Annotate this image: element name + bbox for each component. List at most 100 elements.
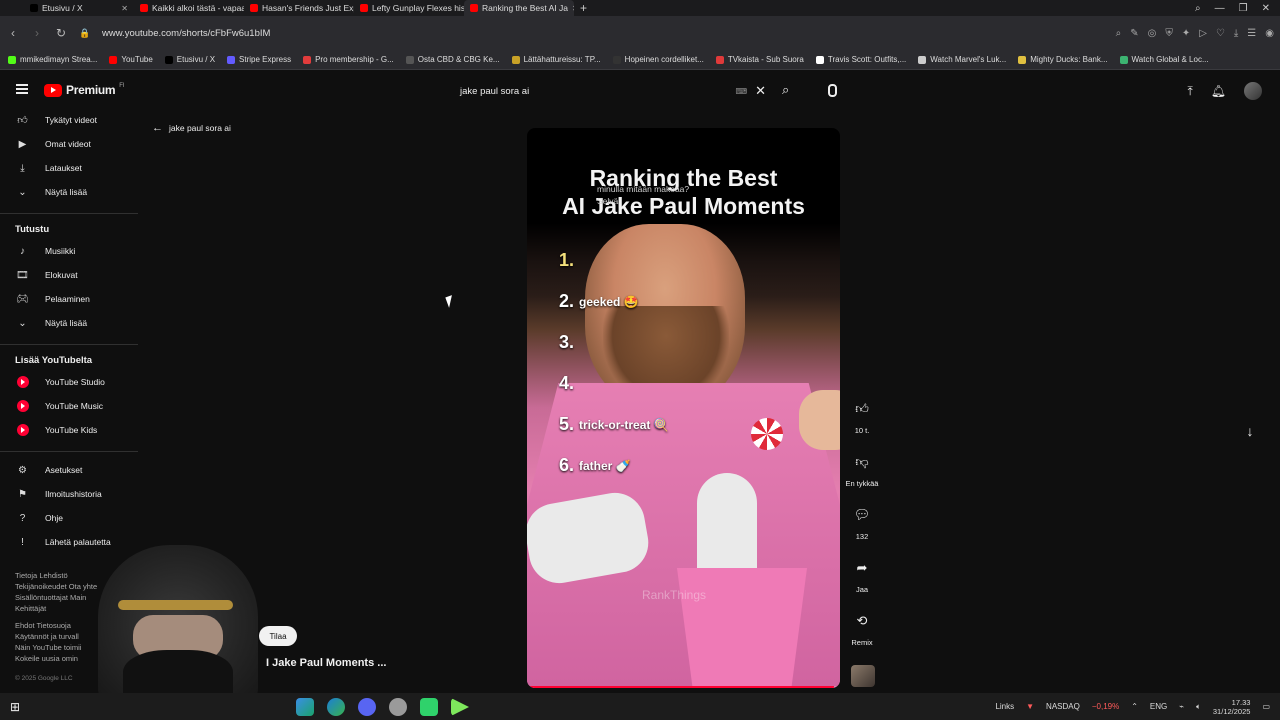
sound-thumbnail[interactable]	[851, 665, 875, 687]
restore-button[interactable]: ❐	[1239, 3, 1248, 14]
bookmark-label: Hopeinen cordelliket...	[624, 55, 704, 64]
extension-icon[interactable]: ✦	[1182, 28, 1190, 39]
new-tab-button[interactable]: +	[574, 1, 593, 15]
sidebar-item[interactable]: ⚙ Asetukset	[0, 458, 140, 482]
tab-close-icon[interactable]: ✕	[121, 4, 128, 13]
bookmark-item[interactable]: TVkaista - Sub Suora	[715, 55, 804, 64]
browser-tab[interactable]: Hasan's Friends Just Expo✕	[244, 0, 354, 16]
clock[interactable]: 17.33 31/12/2025	[1213, 698, 1251, 716]
bookmark-item[interactable]: Watch Global & Loc...	[1119, 55, 1209, 64]
discord-icon[interactable]	[358, 698, 376, 716]
search-box[interactable]: jake paul sora ai ⌨ ✕	[452, 80, 774, 102]
heart-icon[interactable]: ♡	[1216, 28, 1225, 39]
sidebar-item-label: Tykätyt videot	[45, 115, 97, 125]
action-dislike-button[interactable]: 👎︎ En tykkää	[843, 451, 881, 504]
volume-icon[interactable]: 🔈︎	[1196, 702, 1201, 712]
ranking-row: 5. trick-or-treat 🍭	[559, 404, 669, 445]
keyboard-icon[interactable]: ⌨	[736, 87, 748, 96]
kick-app-icon[interactable]	[420, 698, 438, 716]
reload-icon[interactable]: ↻	[54, 26, 68, 40]
bookmark-item[interactable]: Lättähattureissu: TP...	[511, 55, 601, 64]
bookmark-item[interactable]: Pro membership - G...	[303, 55, 394, 64]
sidebar-item[interactable]: ? Ohje	[0, 506, 140, 530]
zoom-icon[interactable]: ⌕	[1116, 28, 1122, 39]
hamburger-menu-icon[interactable]	[16, 84, 28, 94]
camera-icon[interactable]: ◎	[1148, 28, 1157, 39]
action-share-button[interactable]: ➦ Jaa	[843, 557, 881, 610]
progress-fill	[527, 686, 834, 688]
notifications-bell-icon[interactable]: 🔔︎	[1211, 84, 1226, 98]
sidebar-item[interactable]: YouTube Studio	[0, 370, 140, 394]
subscribe-button[interactable]: Tilaa	[259, 626, 297, 646]
menu-icon[interactable]: ☰	[1247, 28, 1256, 39]
action-like-button[interactable]: 👍︎ 10 t.	[843, 398, 881, 451]
bookmark-item[interactable]: Hopeinen cordelliket...	[612, 55, 704, 64]
close-window-button[interactable]: ✕	[1262, 3, 1270, 14]
voice-search-icon[interactable]	[822, 80, 842, 100]
sidebar-item[interactable]: ⤓ Lataukset	[0, 156, 140, 180]
search-input[interactable]: jake paul sora ai	[452, 86, 736, 97]
auto-caption: minulla mitään makeaa? Selvä	[597, 183, 689, 207]
browser-tab[interactable]: Lefty Gunplay Flexes his C✕	[354, 0, 464, 16]
logo-text: Premium	[66, 83, 116, 97]
youtube-app-icon	[16, 376, 29, 389]
sidebar-item[interactable]: ⚑ Ilmoitushistoria	[0, 482, 140, 506]
shield-icon[interactable]: ⛨	[1165, 28, 1173, 39]
sidebar-item[interactable]: ▶ Omat videot	[0, 132, 140, 156]
bookmark-item[interactable]: Travis Scott: Outfits,...	[815, 55, 906, 64]
edit-icon[interactable]: ✎	[1130, 28, 1138, 39]
edge-icon[interactable]	[327, 698, 345, 716]
sidebar-item[interactable]: 🎞︎ Elokuvat	[0, 263, 140, 287]
browser-tab[interactable]: Kaikki alkoi tästä - vapaao✕	[134, 0, 244, 16]
youtube-app-icon	[16, 424, 29, 437]
tray-chevron-up-icon[interactable]: ⌃	[1131, 702, 1138, 711]
windows-start-icon[interactable]: ⊞	[0, 700, 30, 714]
back-to-search-link[interactable]: ← jake paul sora ai	[152, 122, 231, 134]
search-button[interactable]: ⌕	[782, 82, 789, 98]
sidebar-item[interactable]: YouTube Kids	[0, 418, 140, 442]
forward-arrow-icon[interactable]: ›	[30, 26, 44, 40]
profile-icon[interactable]: ◉	[1265, 28, 1274, 39]
sidebar-item[interactable]: ⌄ Näytä lisää	[0, 180, 140, 204]
sidebar-item[interactable]: YouTube Music	[0, 394, 140, 418]
sidebar-item[interactable]: ⌄ Näytä lisää	[0, 311, 140, 335]
sidebar-item[interactable]: 🎮︎ Pelaaminen	[0, 287, 140, 311]
bookmark-item[interactable]: mmikedimayn Strea...	[8, 55, 97, 64]
bookmark-item[interactable]: Osta CBD & CBG Ke...	[405, 55, 500, 64]
notification-center-icon[interactable]: ▭	[1262, 702, 1270, 711]
browser-tab[interactable]: Ranking the Best AI Ja✕	[464, 0, 574, 16]
sidebar-item[interactable]: 👍︎ Tykätyt videot	[0, 108, 140, 132]
avatar[interactable]	[1244, 82, 1262, 100]
bookmark-item[interactable]: YouTube	[109, 55, 153, 64]
minimize-button[interactable]: —	[1215, 3, 1225, 14]
sidebar-item-label: YouTube Kids	[45, 425, 98, 435]
sidebar-item[interactable]: ♪ Musiikki	[0, 239, 140, 263]
search-tabs-icon[interactable]: ⌕	[1195, 3, 1201, 14]
language-indicator[interactable]: ENG	[1150, 702, 1167, 711]
youtube-premium-logo[interactable]: Premium FI	[44, 83, 125, 97]
stock-name[interactable]: NASDAQ	[1046, 702, 1080, 711]
bookmark-item[interactable]: Watch Marvel's Luk...	[918, 55, 1006, 64]
video-progress-bar[interactable]	[527, 686, 840, 688]
back-arrow-icon[interactable]: ‹	[6, 26, 20, 40]
browser-tab[interactable]: Etusivu / X ✕	[24, 0, 134, 16]
bookmark-item[interactable]: Mighty Ducks: Bank...	[1018, 55, 1108, 64]
bookmark-item[interactable]: Stripe Express	[227, 55, 291, 64]
url-field[interactable]: www.youtube.com/shorts/cFbFw6u1bIM	[102, 28, 270, 39]
bookmark-item[interactable]: Etusivu / X	[164, 55, 215, 64]
play-icon[interactable]: ▷	[1199, 28, 1207, 39]
settings-app-icon[interactable]	[389, 698, 407, 716]
next-short-arrow-down-icon[interactable]: ↓	[1239, 423, 1261, 445]
action-comment-button[interactable]: 💬︎ 132	[843, 504, 881, 557]
upload-icon[interactable]: ⤒	[1187, 84, 1192, 99]
shorts-video-player[interactable]: Ranking the Best AI Jake Paul Moments mi…	[527, 128, 840, 688]
youtube-header: Premium FI jake paul sora ai ⌨ ✕ ⌕ ⤒ 🔔︎	[0, 70, 1280, 112]
download-icon[interactable]: ⤓	[1234, 28, 1238, 39]
streaming-app-icon[interactable]	[451, 698, 469, 716]
edge-browser-icon[interactable]	[296, 698, 314, 716]
short-title[interactable]: I Jake Paul Moments ...	[266, 657, 386, 669]
links-toolbar[interactable]: Links	[995, 702, 1014, 711]
clear-search-icon[interactable]: ✕	[755, 83, 766, 99]
action-remix-button[interactable]: ⟲ Remix	[843, 610, 881, 663]
network-icon[interactable]: ⌁	[1179, 702, 1184, 711]
